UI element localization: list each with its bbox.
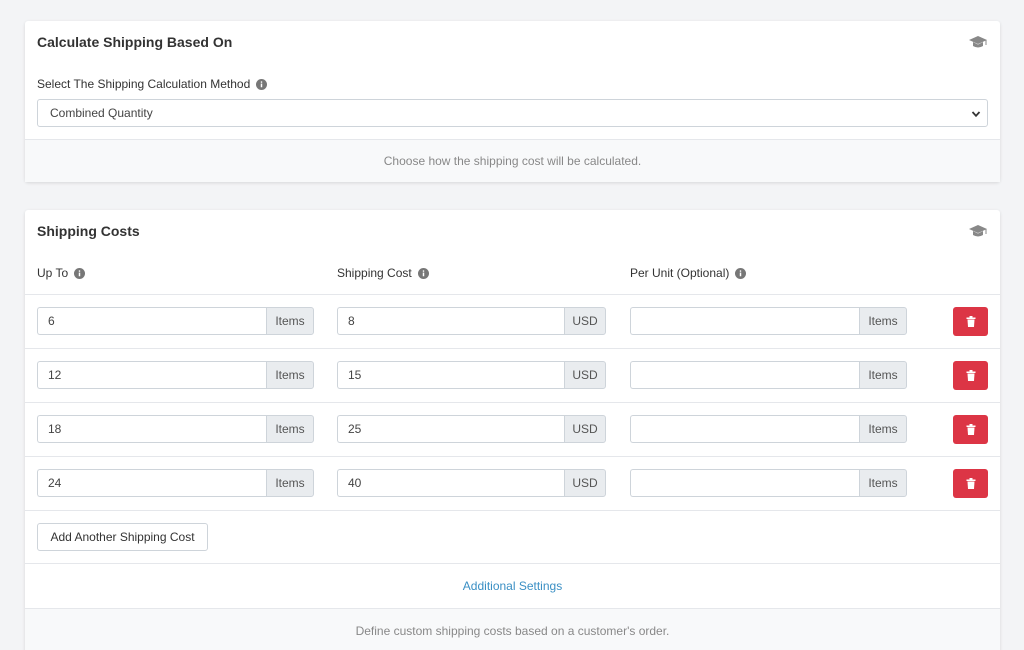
cost-input[interactable]: 40	[337, 469, 564, 497]
cost-currency: USD	[564, 361, 606, 389]
column-header-text: Shipping Cost	[337, 266, 412, 280]
shipping-costs-help: Define custom shipping costs based on a …	[25, 608, 1000, 650]
method-select-value: Combined Quantity	[50, 106, 153, 120]
per-unit-input[interactable]	[630, 469, 859, 497]
row-divider	[25, 402, 1000, 403]
calculation-method-card: Calculate Shipping Based On Select The S…	[25, 21, 1000, 182]
cost-input[interactable]: 25	[337, 415, 564, 443]
per-unit-input[interactable]	[630, 415, 859, 443]
per-unit-input[interactable]	[630, 361, 859, 389]
graduation-cap-icon[interactable]	[968, 223, 988, 239]
cost-input[interactable]: 15	[337, 361, 564, 389]
row-divider	[25, 510, 1000, 511]
per-unit-unit: Items	[859, 307, 907, 335]
per-unit-unit: Items	[859, 361, 907, 389]
cost-input[interactable]: 8	[337, 307, 564, 335]
column-header-up-to: Up To	[37, 266, 86, 280]
cost-currency: USD	[564, 415, 606, 443]
card-title: Shipping Costs	[37, 223, 140, 239]
up-to-unit: Items	[266, 415, 314, 443]
up-to-input[interactable]: 24	[37, 469, 266, 497]
up-to-input[interactable]: 12	[37, 361, 266, 389]
cost-input-group: 40 USD	[337, 469, 606, 497]
calculation-help: Choose how the shipping cost will be cal…	[25, 139, 1000, 182]
method-select[interactable]: Combined Quantity	[37, 99, 988, 127]
row-divider	[25, 294, 1000, 295]
info-icon[interactable]	[417, 267, 429, 279]
up-to-input-group: 18 Items	[37, 415, 314, 443]
graduation-cap-icon[interactable]	[968, 34, 988, 50]
column-header-text: Up To	[37, 266, 69, 280]
per-unit-unit: Items	[859, 469, 907, 497]
method-label: Select The Shipping Calculation Method	[37, 77, 268, 91]
trash-icon	[966, 424, 975, 435]
cost-input-group: 25 USD	[337, 415, 606, 443]
shipping-costs-help-text: Define custom shipping costs based on a …	[355, 624, 670, 638]
calculation-help-text: Choose how the shipping cost will be cal…	[383, 154, 642, 168]
cost-currency: USD	[564, 307, 606, 335]
trash-icon	[966, 478, 975, 489]
per-unit-input-group: Items	[630, 469, 907, 497]
trash-icon	[966, 316, 975, 327]
chevron-down-icon	[971, 111, 981, 118]
column-header-per-unit: Per Unit (Optional)	[630, 266, 747, 280]
info-icon[interactable]	[256, 78, 268, 90]
cost-input-group: 15 USD	[337, 361, 606, 389]
column-header-text: Per Unit (Optional)	[630, 266, 730, 280]
delete-row-button[interactable]	[953, 361, 988, 390]
trash-icon	[966, 370, 975, 381]
additional-settings-link[interactable]: Additional Settings	[25, 563, 1000, 608]
up-to-input-group: 24 Items	[37, 469, 314, 497]
up-to-input-group: 12 Items	[37, 361, 314, 389]
info-icon[interactable]	[735, 267, 747, 279]
shipping-costs-card: Shipping Costs Up To Shipping Cost Per U…	[25, 210, 1000, 650]
up-to-input-group: 6 Items	[37, 307, 314, 335]
cost-currency: USD	[564, 469, 606, 497]
delete-row-button[interactable]	[953, 469, 988, 498]
info-icon[interactable]	[74, 267, 86, 279]
column-header-shipping-cost: Shipping Cost	[337, 266, 429, 280]
cost-input-group: 8 USD	[337, 307, 606, 335]
delete-row-button[interactable]	[953, 415, 988, 444]
up-to-unit: Items	[266, 469, 314, 497]
add-shipping-cost-button[interactable]: Add Another Shipping Cost	[37, 523, 208, 551]
per-unit-input-group: Items	[630, 415, 907, 443]
per-unit-input-group: Items	[630, 307, 907, 335]
per-unit-input-group: Items	[630, 361, 907, 389]
method-label-text: Select The Shipping Calculation Method	[37, 77, 251, 91]
card-title: Calculate Shipping Based On	[37, 34, 233, 50]
up-to-unit: Items	[266, 361, 314, 389]
row-divider	[25, 456, 1000, 457]
up-to-input[interactable]: 6	[37, 307, 266, 335]
up-to-unit: Items	[266, 307, 314, 335]
row-divider	[25, 348, 1000, 349]
additional-settings-text[interactable]: Additional Settings	[463, 579, 562, 593]
per-unit-unit: Items	[859, 415, 907, 443]
per-unit-input[interactable]	[630, 307, 859, 335]
up-to-input[interactable]: 18	[37, 415, 266, 443]
delete-row-button[interactable]	[953, 307, 988, 336]
